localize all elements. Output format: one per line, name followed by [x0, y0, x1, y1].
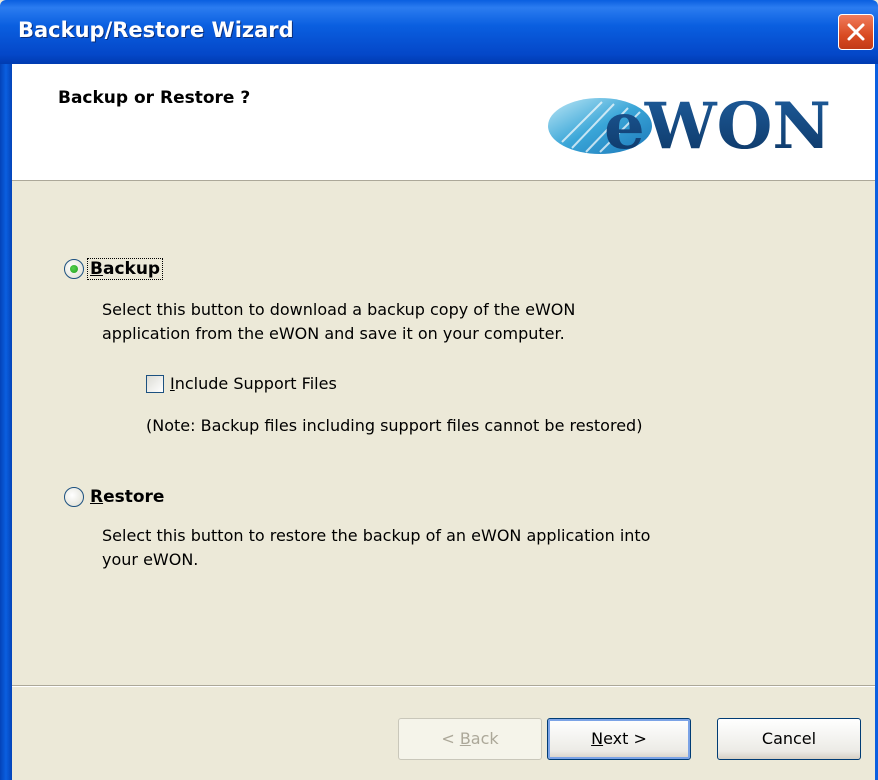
back-label-rest: ack [470, 729, 499, 748]
close-button[interactable] [838, 14, 874, 50]
ewon-logo: eWON [548, 89, 831, 162]
backup-desc-line1: Select this button to download a backup … [102, 300, 576, 319]
window-frame-left [0, 64, 12, 780]
mnemonic-back: B [459, 729, 471, 748]
include-support-label[interactable]: Include Support Files [170, 374, 337, 393]
include-support-option[interactable]: Include Support Files [146, 374, 337, 393]
window-title: Backup/Restore Wizard [18, 18, 294, 42]
include-support-label-rest: nclude Support Files [174, 374, 337, 393]
backup-radio[interactable] [64, 259, 84, 279]
mnemonic-next: N [591, 729, 604, 748]
next-button[interactable]: Next > [547, 718, 691, 760]
footer-divider [12, 685, 875, 687]
back-prefix: < [441, 729, 460, 748]
title-bar[interactable]: Backup/Restore Wizard [0, 0, 878, 64]
restore-option[interactable]: Restore [64, 487, 166, 507]
restore-radio[interactable] [64, 487, 84, 507]
mnemonic-r: R [90, 487, 104, 507]
backup-note: (Note: Backup files including support fi… [146, 416, 643, 435]
backup-label-rest: ackup [102, 259, 161, 279]
backup-option[interactable]: Backup [64, 258, 164, 280]
restore-desc-line2: your eWON. [102, 550, 199, 569]
restore-desc-line1: Select this button to restore the backup… [102, 526, 651, 545]
backup-desc-line2: application from the eWON and save it on… [102, 324, 565, 343]
next-label-rest: ext > [603, 729, 647, 748]
backup-description: Select this button to download a backup … [102, 298, 575, 346]
restore-description: Select this button to restore the backup… [102, 524, 650, 572]
restore-radio-label[interactable]: Restore [88, 487, 166, 507]
restore-label-rest: estore [103, 487, 165, 507]
logo-text: eWON [604, 89, 831, 162]
cancel-button[interactable]: Cancel [717, 718, 861, 760]
page-title: Backup or Restore ? [58, 88, 251, 108]
wizard-header: Backup or Restore ? eWON [12, 64, 875, 181]
close-icon [847, 23, 865, 41]
wizard-content: Backup Select this button to download a … [12, 181, 875, 684]
back-button[interactable]: < Back [398, 718, 542, 760]
mnemonic-b: B [90, 259, 103, 279]
backup-radio-label[interactable]: Backup [86, 258, 164, 280]
wizard-window: Backup/Restore Wizard Backup or Restore … [0, 0, 878, 780]
include-support-checkbox[interactable] [146, 374, 164, 393]
